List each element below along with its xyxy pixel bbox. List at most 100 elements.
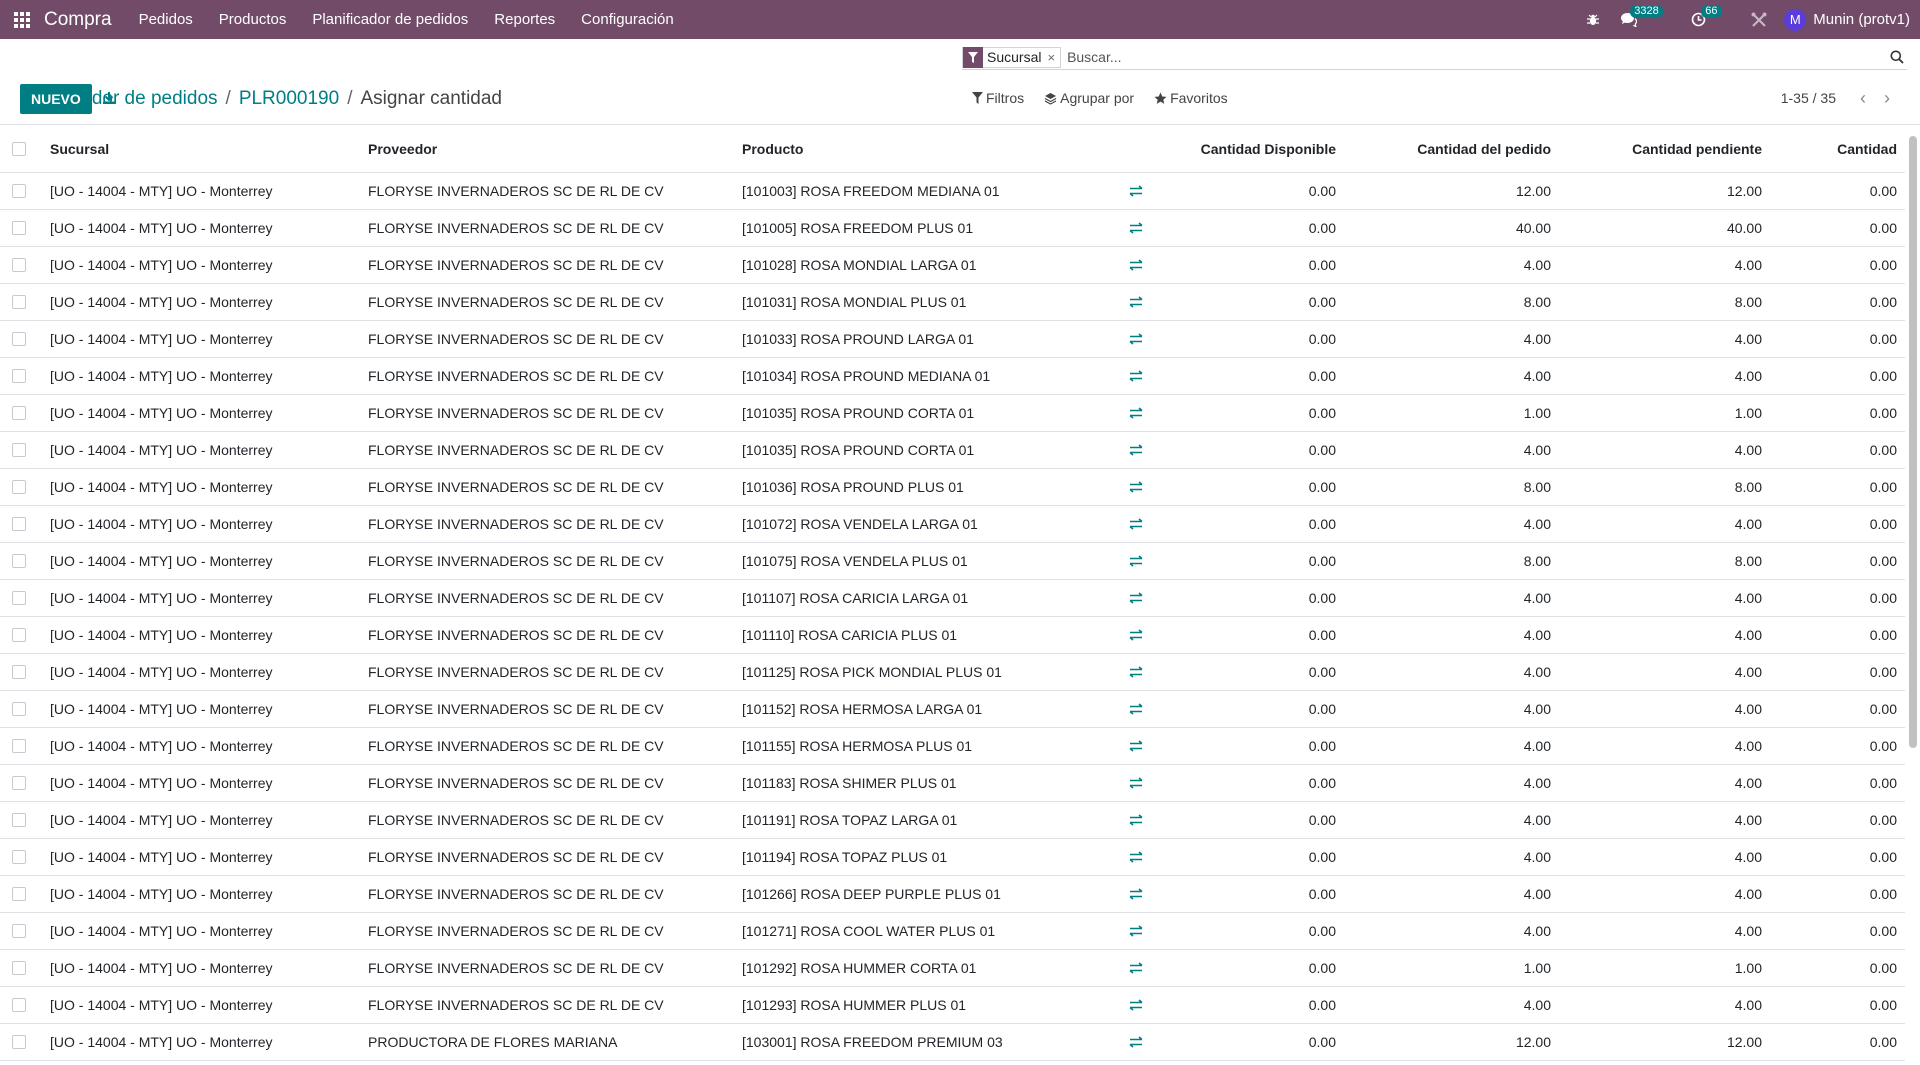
table-row[interactable]: [UO - 14004 - MTY] UO - Monterrey FLORYSE…: [0, 690, 1905, 728]
cell-cantidad[interactable]: 0.00: [1770, 468, 1905, 506]
cell-cantidad[interactable]: 0.00: [1770, 653, 1905, 691]
cell-proveedor[interactable]: FLORYSE INVERNADEROS SC DE RL DE CV: [360, 801, 734, 839]
cell-cantidad-pendiente[interactable]: 40.00: [1559, 209, 1770, 247]
swap-arrows-icon[interactable]: [1120, 184, 1152, 197]
cell-cantidad[interactable]: 0.00: [1770, 986, 1905, 1024]
table-row[interactable]: [UO - 14004 - MTY] UO - Monterrey FLORYSE…: [0, 912, 1905, 950]
cell-sucursal[interactable]: [UO - 14004 - MTY] UO - Monterrey: [42, 246, 360, 284]
cell-proveedor[interactable]: FLORYSE INVERNADEROS SC DE RL DE CV: [360, 468, 734, 506]
cell-cantidad-pedido[interactable]: 8.00: [1344, 542, 1559, 580]
cell-producto[interactable]: [101155] ROSA HERMOSA PLUS 01: [734, 727, 1112, 765]
cell-proveedor[interactable]: FLORYSE INVERNADEROS SC DE RL DE CV: [360, 172, 734, 210]
tools-icon[interactable]: [1740, 0, 1778, 39]
cell-cantidad[interactable]: 0.00: [1770, 764, 1905, 802]
row-checkbox[interactable]: [12, 886, 26, 901]
cell-cantidad-disponible[interactable]: 0.00: [1160, 320, 1344, 358]
swap-arrows-icon[interactable]: [1120, 665, 1152, 678]
cell-cantidad-pendiente[interactable]: 4.00: [1559, 320, 1770, 358]
cell-producto[interactable]: [101125] ROSA PICK MONDIAL PLUS 01: [734, 653, 1112, 691]
cell-producto[interactable]: [101034] ROSA PROUND MEDIANA 01: [734, 357, 1112, 395]
row-checkbox[interactable]: [12, 1034, 26, 1049]
filters-button[interactable]: Filtros: [972, 90, 1024, 106]
swap-arrows-icon[interactable]: [1120, 480, 1152, 493]
table-row[interactable]: [UO - 14004 - MTY] UO - Monterrey FLORYSE…: [0, 505, 1905, 543]
search-icon[interactable]: [1887, 47, 1907, 67]
search-input[interactable]: [1067, 49, 1887, 65]
cell-sucursal[interactable]: [UO - 14004 - MTY] UO - Monterrey: [42, 320, 360, 358]
table-row[interactable]: [UO - 14004 - MTY] UO - Monterrey FLORYSE…: [0, 468, 1905, 506]
cell-sucursal[interactable]: [UO - 14004 - MTY] UO - Monterrey: [42, 505, 360, 543]
row-checkbox[interactable]: [12, 405, 26, 420]
cell-cantidad[interactable]: 0.00: [1770, 431, 1905, 469]
swap-arrows-icon[interactable]: [1120, 554, 1152, 567]
activity-clock-icon[interactable]: 66: [1681, 0, 1740, 39]
cell-sucursal[interactable]: [UO - 14004 - MTY] UO - Monterrey: [42, 616, 360, 654]
cell-cantidad-pedido[interactable]: 4.00: [1344, 320, 1559, 358]
cell-proveedor[interactable]: FLORYSE INVERNADEROS SC DE RL DE CV: [360, 764, 734, 802]
cell-cantidad[interactable]: 0.00: [1770, 394, 1905, 432]
cell-cantidad-disponible[interactable]: 0.00: [1160, 838, 1344, 876]
row-checkbox[interactable]: [12, 257, 26, 272]
menu-reportes[interactable]: Reportes: [481, 0, 568, 39]
cell-proveedor[interactable]: FLORYSE INVERNADEROS SC DE RL DE CV: [360, 579, 734, 617]
swap-arrows-icon[interactable]: [1120, 295, 1152, 308]
swap-arrows-icon[interactable]: [1120, 887, 1152, 900]
cell-cantidad-pendiente[interactable]: 4.00: [1559, 246, 1770, 284]
cell-producto[interactable]: [101110] ROSA CARICIA PLUS 01: [734, 616, 1112, 654]
cell-cantidad[interactable]: 0.00: [1770, 542, 1905, 580]
cell-cantidad-pendiente[interactable]: 4.00: [1559, 431, 1770, 469]
cell-cantidad[interactable]: 0.00: [1770, 875, 1905, 913]
table-row[interactable]: [UO - 14004 - MTY] UO - Monterrey FLORYSE…: [0, 431, 1905, 469]
cell-proveedor[interactable]: FLORYSE INVERNADEROS SC DE RL DE CV: [360, 875, 734, 913]
row-checkbox[interactable]: [12, 812, 26, 827]
menu-configuracion[interactable]: Configuración: [568, 0, 687, 39]
app-brand[interactable]: Compra: [44, 9, 112, 31]
row-checkbox[interactable]: [12, 775, 26, 790]
cell-cantidad-pedido[interactable]: 4.00: [1344, 357, 1559, 395]
cell-cantidad-pendiente[interactable]: 4.00: [1559, 764, 1770, 802]
cell-sucursal[interactable]: [UO - 14004 - MTY] UO - Monterrey: [42, 579, 360, 617]
cell-cantidad-pedido[interactable]: 12.00: [1344, 172, 1559, 210]
cell-producto[interactable]: [101292] ROSA HUMMER CORTA 01: [734, 949, 1112, 987]
cell-cantidad-pedido[interactable]: 4.00: [1344, 690, 1559, 728]
cell-sucursal[interactable]: [UO - 14004 - MTY] UO - Monterrey: [42, 949, 360, 987]
cell-proveedor[interactable]: FLORYSE INVERNADEROS SC DE RL DE CV: [360, 986, 734, 1024]
scrollbar[interactable]: [1909, 136, 1917, 748]
cell-cantidad-pedido[interactable]: 4.00: [1344, 653, 1559, 691]
row-checkbox[interactable]: [12, 923, 26, 938]
cell-proveedor[interactable]: FLORYSE INVERNADEROS SC DE RL DE CV: [360, 505, 734, 543]
cell-producto[interactable]: [101031] ROSA MONDIAL PLUS 01: [734, 283, 1112, 321]
cell-cantidad-pendiente[interactable]: 12.00: [1559, 172, 1770, 210]
cell-cantidad[interactable]: 0.00: [1770, 579, 1905, 617]
table-row[interactable]: [UO - 14004 - MTY] UO - Monterrey FLORYSE…: [0, 394, 1905, 432]
cell-cantidad-pedido[interactable]: 1.00: [1344, 394, 1559, 432]
swap-arrows-icon[interactable]: [1120, 1035, 1152, 1048]
swap-arrows-icon[interactable]: [1120, 591, 1152, 604]
cell-cantidad[interactable]: 0.00: [1770, 1023, 1905, 1061]
cell-sucursal[interactable]: [UO - 14004 - MTY] UO - Monterrey: [42, 875, 360, 913]
row-checkbox[interactable]: [12, 849, 26, 864]
row-checkbox[interactable]: [12, 664, 26, 679]
menu-planificador[interactable]: Planificador de pedidos: [299, 0, 481, 39]
swap-arrows-icon[interactable]: [1120, 776, 1152, 789]
swap-arrows-icon[interactable]: [1120, 258, 1152, 271]
table-row[interactable]: [UO - 14004 - MTY] UO - Monterrey FLORYSE…: [0, 209, 1905, 247]
cell-producto[interactable]: [101003] ROSA FREEDOM MEDIANA 01: [734, 172, 1112, 210]
cell-producto[interactable]: [101271] ROSA COOL WATER PLUS 01: [734, 912, 1112, 950]
cell-cantidad-pendiente[interactable]: 8.00: [1559, 542, 1770, 580]
cell-cantidad-pendiente[interactable]: 4.00: [1559, 838, 1770, 876]
row-checkbox[interactable]: [12, 294, 26, 309]
cell-proveedor[interactable]: FLORYSE INVERNADEROS SC DE RL DE CV: [360, 357, 734, 395]
cell-cantidad-pedido[interactable]: 1.00: [1344, 949, 1559, 987]
cell-cantidad-disponible[interactable]: 0.00: [1160, 653, 1344, 691]
row-checkbox[interactable]: [12, 516, 26, 531]
new-button[interactable]: NUEVO: [20, 84, 92, 114]
cell-proveedor[interactable]: PRODUCTORA DE FLORES MARIANA: [360, 1023, 734, 1061]
row-checkbox[interactable]: [12, 442, 26, 457]
cell-cantidad-pendiente[interactable]: 1.00: [1559, 949, 1770, 987]
cell-cantidad-disponible[interactable]: 0.00: [1160, 949, 1344, 987]
apps-menu-button[interactable]: [0, 0, 44, 39]
cell-cantidad-pendiente[interactable]: 4.00: [1559, 986, 1770, 1024]
user-menu[interactable]: M Munin (protv1): [1778, 8, 1920, 31]
row-checkbox[interactable]: [12, 627, 26, 642]
